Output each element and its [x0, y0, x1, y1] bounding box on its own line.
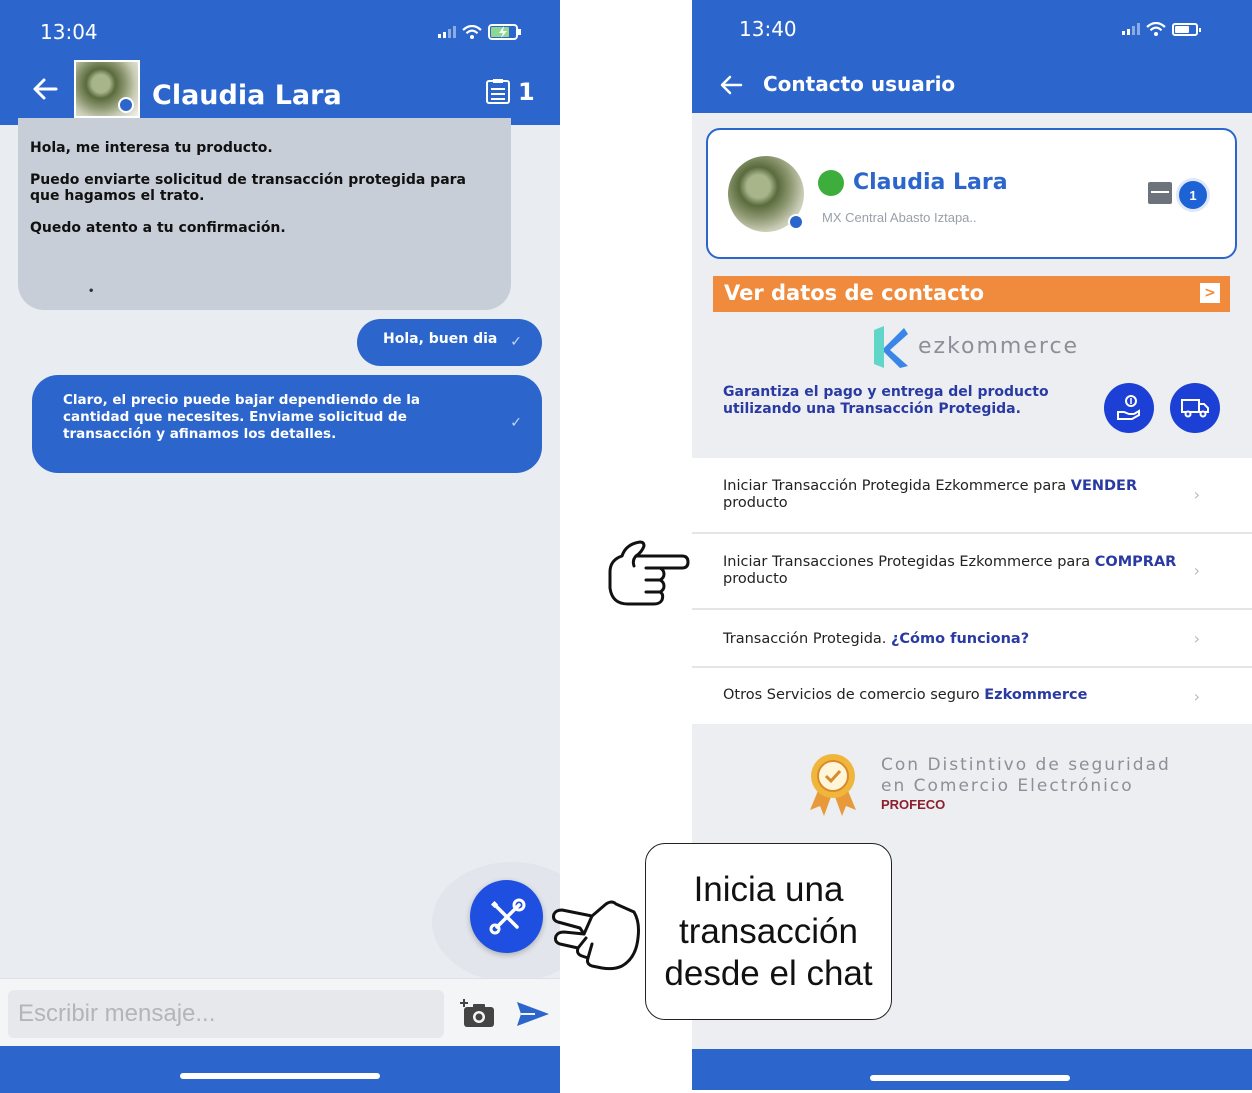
chevron-right-icon: › [1193, 687, 1200, 706]
contact-card[interactable]: Claudia Lara MX Central Abasto Iztapa.. … [706, 128, 1237, 259]
options-menu: Iniciar Transacción Protegida Ezkommerce… [692, 458, 1252, 726]
count-badge: 1 [1176, 178, 1210, 212]
profeco-label: PROFECO [881, 797, 946, 812]
contact-name: Claudia Lara [853, 170, 1008, 195]
signal-icon [1122, 23, 1140, 35]
home-indicator[interactable] [870, 1075, 1070, 1081]
message-composer [0, 978, 560, 1046]
status-icons [438, 24, 522, 40]
pointing-hand-icon [608, 540, 690, 606]
page-title: Contacto usuario [763, 72, 956, 96]
pointing-hand-icon [552, 900, 640, 971]
status-time: 13:40 [739, 17, 797, 41]
bottom-bar [0, 1046, 560, 1093]
verified-badge-icon [118, 97, 134, 113]
hand-money-icon [1117, 395, 1140, 420]
menu-item-how-it-works[interactable]: Transacción Protegida. ¿Cómo funciona? › [692, 610, 1252, 668]
menu-item-other-services[interactable]: Otros Servicios de comercio seguro Ezkom… [692, 668, 1252, 726]
message-paragraph: Puedo enviarte solicitud de transacción … [30, 172, 466, 204]
tools-fab-button[interactable] [470, 880, 543, 953]
outgoing-message: Claro, el precio puede bajar dependiendo… [32, 375, 542, 473]
add-photo-icon[interactable] [460, 999, 498, 1029]
tools-icon [489, 898, 525, 934]
award-medal-icon [810, 754, 856, 816]
incoming-message: Hola, me interesa tu producto. Puedo env… [18, 118, 511, 310]
message-text: Claro, el precio puede bajar dependiendo… [63, 392, 420, 442]
message-input[interactable] [8, 990, 444, 1038]
documents-icon [1148, 182, 1172, 204]
bottom-bar [692, 1049, 1252, 1090]
button-label: Ver datos de contacto [724, 281, 985, 305]
contact-location: MX Central Abasto Iztapa.. [822, 210, 977, 225]
message-text: Hola, buen dia [383, 331, 498, 347]
truck-icon [1181, 399, 1209, 418]
status-icons [1122, 22, 1201, 36]
chat-screen: 13:04 Claudia Lara 1 Hola, me interesa t… [0, 0, 560, 1093]
delivery-guarantee-button[interactable] [1170, 383, 1220, 433]
chat-header: 13:04 Claudia Lara 1 [0, 0, 560, 125]
read-check-icon: ✓ [510, 415, 522, 431]
menu-item-buy[interactable]: Iniciar Transacciones Protegidas Ezkomme… [692, 534, 1252, 610]
chevron-right-icon: > [1200, 283, 1220, 303]
online-status-icon [818, 170, 844, 196]
notes-button[interactable]: 1 [484, 78, 535, 106]
battery-icon [1172, 22, 1201, 36]
outgoing-message: Hola, buen dia ✓ [357, 319, 542, 366]
chevron-right-icon: › [1193, 629, 1200, 648]
notes-icon [486, 79, 510, 104]
signal-icon [438, 26, 456, 38]
menu-item-sell[interactable]: Iniciar Transacción Protegida Ezkommerce… [692, 458, 1252, 534]
contact-name[interactable]: Claudia Lara [152, 80, 342, 111]
view-contact-data-button[interactable]: Ver datos de contacto > [713, 276, 1230, 312]
contact-header: 13:40 Contacto usuario [692, 0, 1252, 113]
message-paragraph: Quedo atento a tu confirmación. [30, 220, 286, 236]
home-indicator[interactable] [180, 1073, 380, 1079]
typing-dot: • [88, 286, 95, 297]
seal-text: Con Distintivo de seguridad en Comercio … [881, 755, 1171, 796]
payment-guarantee-button[interactable] [1104, 383, 1154, 433]
chevron-right-icon: › [1193, 485, 1200, 504]
read-check-icon: ✓ [510, 334, 522, 350]
guarantee-text: Garantiza el pago y entrega del producto… [723, 384, 1049, 417]
ezkommerce-logo-icon [874, 326, 908, 368]
back-arrow-icon[interactable] [718, 72, 744, 98]
callout-box: Inicia una transacción desde el chat [645, 843, 892, 1020]
contact-avatar[interactable] [74, 60, 140, 118]
back-arrow-icon[interactable] [30, 74, 60, 104]
notes-count: 1 [518, 78, 535, 106]
chevron-right-icon: › [1193, 561, 1200, 580]
message-paragraph: Hola, me interesa tu producto. [30, 140, 273, 156]
battery-charging-icon [488, 24, 521, 40]
wifi-icon [462, 25, 482, 39]
status-time: 13:04 [40, 20, 98, 44]
wifi-icon [1146, 22, 1166, 36]
verified-badge-icon [788, 214, 804, 230]
brand-name: ezkommerce [918, 334, 1080, 359]
send-icon[interactable] [515, 999, 551, 1029]
